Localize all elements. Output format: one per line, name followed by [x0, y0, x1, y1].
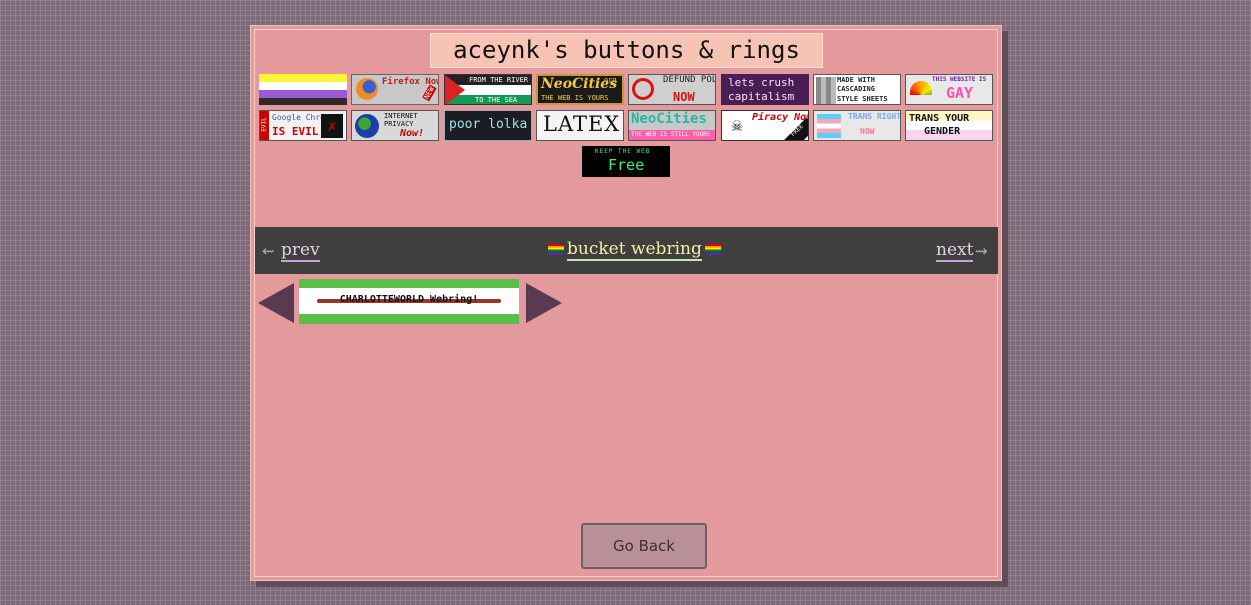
globe-icon: [355, 114, 379, 138]
lets-crush-capitalism-button[interactable]: lets crush capitalism: [721, 74, 809, 105]
charlotte-webring-label: CHARLOTTEWORLD Webring!: [339, 294, 479, 305]
charlotte-next-arrow[interactable]: [526, 283, 562, 323]
keep-the-web-free-button[interactable]: KEEP THE WEB Free: [582, 146, 670, 177]
palestine-flag-icon: [445, 75, 465, 104]
webring-title: bucket webring: [545, 239, 724, 261]
bucket-webring-bar: ⇜ prev bucket webring next ⇝: [255, 227, 998, 274]
latex-button[interactable]: LATEX: [536, 110, 624, 141]
webring-next-link[interactable]: next: [936, 240, 974, 262]
trans-flag-icon: [817, 114, 841, 138]
from-the-river-button[interactable]: FROM THE RIVER TO THE SEA: [444, 74, 532, 105]
charlotte-webring-banner[interactable]: CHARLOTTEWORLD Webring!: [299, 279, 519, 324]
internet-privacy-button[interactable]: INTERNET PRIVACY Now!: [351, 110, 439, 141]
firefox-now-button[interactable]: Firefox Now! NEW: [351, 74, 439, 105]
this-website-is-gay-button[interactable]: THIS WEBSITE IS GAY: [905, 74, 993, 105]
pride-flag-icon: [548, 244, 564, 255]
pride-flag-icon: [704, 244, 721, 255]
defund-police-button[interactable]: DEFUND POLICE NOW: [628, 74, 716, 105]
page-title: aceynk's buttons & rings: [430, 33, 823, 68]
bucket-webring-link[interactable]: bucket webring: [567, 239, 702, 261]
poor-lolka-button[interactable]: poor lolka: [444, 110, 532, 141]
charlotte-prev-arrow[interactable]: [258, 283, 294, 323]
main-panel: aceynk's buttons & rings Firefox Now! NE…: [250, 25, 1002, 581]
piracy-now-button[interactable]: ☠ Piracy Now! FREE: [721, 110, 809, 141]
next-arrow-icon: ⇝: [975, 242, 988, 260]
go-back-button[interactable]: Go Back: [581, 523, 707, 569]
trans-your-gender-button[interactable]: TRANS YOUR GENDER: [905, 110, 993, 141]
no-police-icon: [632, 78, 654, 100]
cascading-style-sheets-button[interactable]: MADE WITH CASCADING STYLE SHEETS: [813, 74, 901, 105]
trans-rights-now-button[interactable]: TRANS RIGHTS NOW: [813, 110, 901, 141]
nonbinary-flag-button[interactable]: [259, 74, 347, 105]
demon-icon: ✗: [321, 114, 343, 138]
firefox-icon: [356, 78, 378, 100]
skull-crossbones-icon: ☠: [731, 115, 743, 136]
rainbow-icon: [910, 81, 932, 95]
css-blocks-icon: [816, 77, 836, 104]
webring-prev-link[interactable]: prev: [281, 240, 320, 262]
google-chrome-evil-button[interactable]: EVIL Google Chrome IS EVIL! ✗: [259, 110, 347, 141]
neocities-button[interactable]: NeoCities org THE WEB IS YOURS: [536, 74, 624, 105]
neocities-still-yours-button[interactable]: NeoCities THE WEB IS STILL YOURS: [628, 110, 716, 141]
prev-arrow-icon: ⇜: [262, 242, 275, 260]
